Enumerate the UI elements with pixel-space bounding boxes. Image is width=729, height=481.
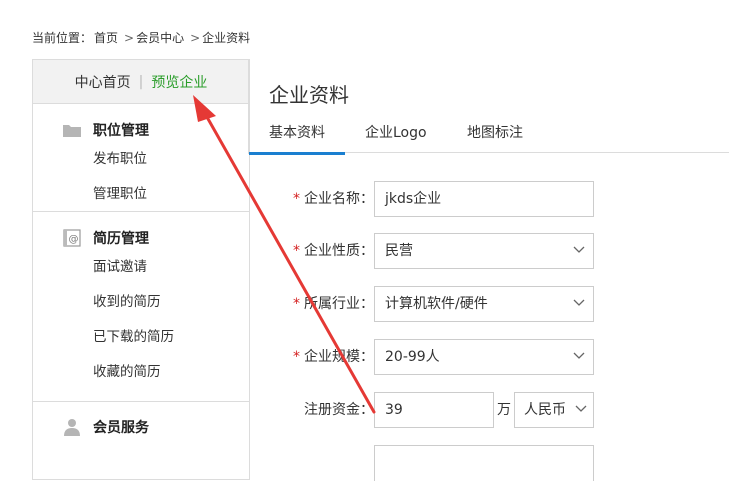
company-name-label: * 企业名称： [293,191,374,207]
chevron-down-icon [575,405,587,412]
sidebar-item-downloaded-resumes[interactable]: 已下载的简历 [33,320,249,355]
tab-basic-info[interactable]: 基本资料 [249,122,345,155]
group-header-resumes[interactable]: @ 简历管理 [33,226,249,250]
tab-company-logo[interactable]: 企业Logo [365,122,427,152]
company-type-select[interactable]: 民营 [374,233,594,269]
chevron-down-icon [573,246,585,253]
sidebar-item-saved-resumes[interactable]: 收藏的简历 [33,355,249,390]
preview-company-link[interactable]: 预览企业 [151,72,207,92]
page-title: 企业资料 [269,83,349,107]
selected-value: 计算机软件/硬件 [385,296,488,312]
sidebar-group-jobs: 职位管理 发布职位 管理职位 [33,104,249,212]
capital-input[interactable]: 39 [374,392,494,428]
breadcrumb-member-center[interactable]: 会员中心 [136,31,184,45]
top-divider: | [138,73,144,90]
user-icon [62,419,82,436]
sidebar-item-post-job[interactable]: 发布职位 [33,142,249,177]
row-registered-capital: 注册资金： 39 万 人民币 [249,392,729,428]
row-company-scale: * 企业规模： 20-99人 [249,339,729,375]
selected-value: 人民币 [524,402,566,418]
sidebar-item-received-resumes[interactable]: 收到的简历 [33,285,249,320]
sidebar-item-interview-invites[interactable]: 面试邀请 [33,250,249,285]
tab-map-marker[interactable]: 地图标注 [467,122,523,152]
capital-label: 注册资金： [304,402,374,418]
selected-value: 20-99人 [385,349,440,365]
company-name-input[interactable]: jkds企业 [374,181,594,217]
selected-value: 民营 [385,243,413,259]
breadcrumb: 当前位置： 首页 > 会员中心 > 企业资料 [32,29,252,46]
sidebar-group-member-services: 会员服务 [33,402,249,447]
svg-text:@: @ [69,234,79,245]
sidebar-top-bar: 中心首页 | 预览企业 [33,59,249,104]
scale-label: * 企业规模： [293,349,374,365]
group-title: 简历管理 [93,231,149,247]
sidebar: 中心首页 | 预览企业 职位管理 发布职位 管理职位 @ 简历管理 面试邀请 收… [32,59,250,480]
sidebar-item-manage-jobs[interactable]: 管理职位 [33,177,249,212]
capital-unit: 万 [497,402,511,418]
center-home-link[interactable]: 中心首页 [75,72,131,92]
chevron-down-icon [573,299,585,306]
breadcrumb-home[interactable]: 首页 [94,31,118,45]
group-header-jobs[interactable]: 职位管理 [33,118,249,142]
group-title: 职位管理 [93,123,149,139]
row-next-field-partial [249,445,729,481]
resume-icon: @ [62,229,82,247]
breadcrumb-separator: > [124,31,135,45]
currency-select[interactable]: 人民币 [514,392,594,428]
chevron-down-icon [573,352,585,359]
group-header-member-services[interactable]: 会员服务 [33,415,249,439]
industry-select[interactable]: 计算机软件/硬件 [374,286,594,322]
next-field-input[interactable] [374,445,594,481]
breadcrumb-current: 企业资料 [202,31,251,45]
folder-icon [62,122,82,138]
breadcrumb-prefix: 当前位置： [32,31,93,45]
row-industry: * 所属行业： 计算机软件/硬件 [249,286,729,322]
tab-bar: 基本资料 企业Logo 地图标注 [249,119,729,155]
row-company-type: * 企业性质： 民营 [249,233,729,269]
breadcrumb-separator: > [190,31,201,45]
company-type-label: * 企业性质： [293,243,374,259]
row-company-name: * 企业名称： jkds企业 [249,181,729,217]
industry-label: * 所属行业： [293,296,374,312]
group-title: 会员服务 [93,420,149,436]
sidebar-group-resumes: @ 简历管理 面试邀请 收到的简历 已下载的简历 收藏的简历 [33,212,249,402]
scale-select[interactable]: 20-99人 [374,339,594,375]
